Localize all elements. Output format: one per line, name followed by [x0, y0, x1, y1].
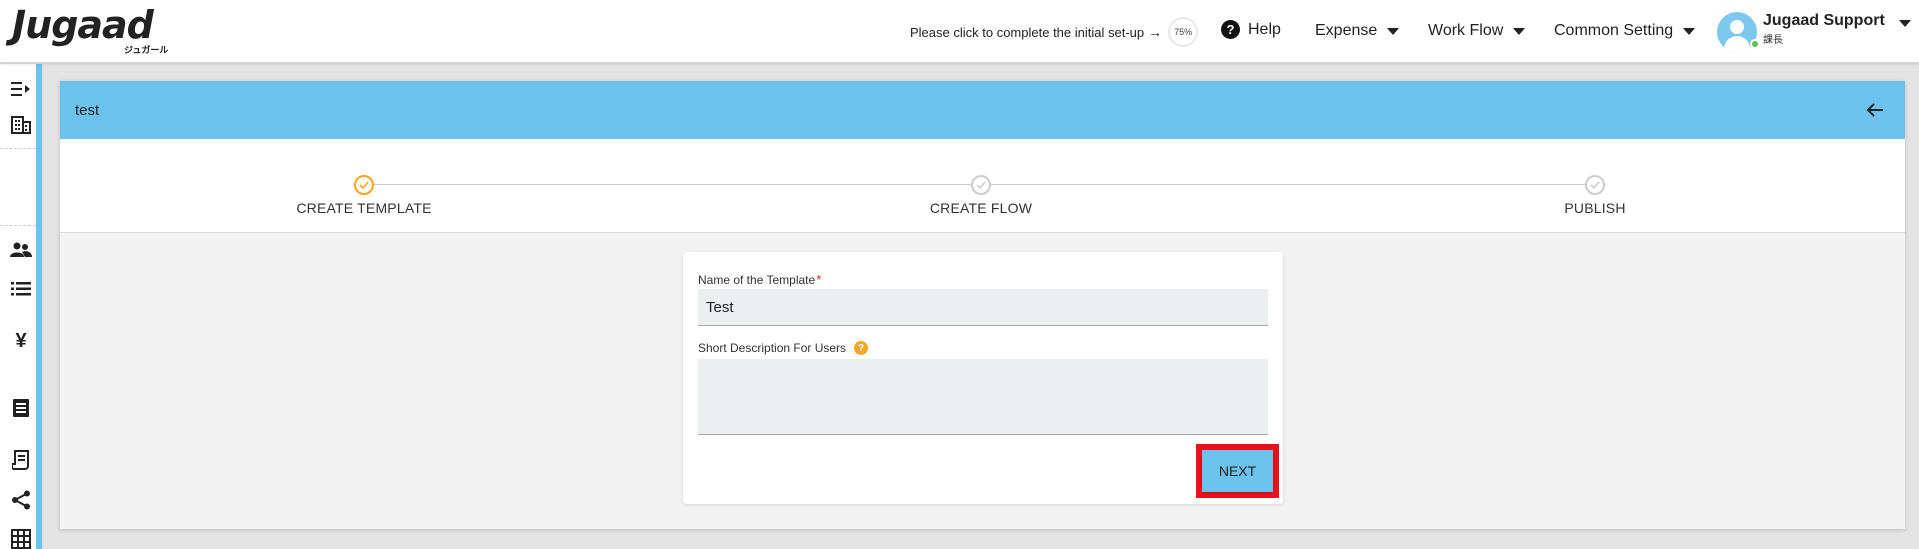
step-create-flow[interactable]: CREATE FLOW — [871, 175, 1091, 216]
help-button[interactable]: ? Help — [1221, 20, 1281, 39]
sidebar-divider — [0, 225, 36, 226]
arrow-left-icon — [1866, 103, 1883, 117]
caret-down-icon — [1898, 20, 1911, 27]
menu-common-setting[interactable]: Common Setting — [1554, 22, 1696, 40]
panel-title: test — [75, 101, 100, 119]
avatar-body — [1724, 36, 1750, 52]
step-label: PUBLISH — [1564, 200, 1626, 216]
step-check-icon — [354, 175, 374, 195]
caret-down-icon — [1387, 27, 1400, 35]
sidebar-divider — [0, 148, 36, 149]
template-form-card: Name of the Template * Short Description… — [683, 252, 1283, 504]
document-icon[interactable] — [10, 397, 32, 419]
jugaad-logo[interactable]: Jugaad ジュガール — [12, 3, 172, 55]
user-menu[interactable]: Jugaad Support 課長 — [1717, 12, 1911, 52]
question-info-icon[interactable]: ? — [854, 341, 869, 355]
template-name-label-text: Name of the Template — [698, 272, 816, 287]
help-label: Help — [1248, 20, 1281, 38]
users-icon[interactable] — [10, 239, 32, 261]
logo-subtitle: ジュガール — [124, 45, 169, 55]
setup-text: Please click to complete the initial set… — [910, 24, 1145, 40]
menu-expense-label: Expense — [1315, 22, 1378, 39]
avatar-head — [1730, 20, 1744, 34]
step-label: CREATE FLOW — [929, 200, 1033, 216]
step-label: CREATE TEMPLATE — [296, 200, 432, 216]
caret-down-icon — [1513, 27, 1526, 35]
online-status-dot — [1750, 39, 1760, 49]
list-icon[interactable] — [10, 278, 32, 300]
back-button[interactable] — [1861, 96, 1889, 124]
step-check-icon — [971, 175, 991, 195]
progress-stepper: CREATE TEMPLATE CREATE FLOW PUBLISH — [60, 139, 1905, 233]
step-create-template[interactable]: CREATE TEMPLATE — [254, 175, 474, 216]
arrow-right-icon: → — [1148, 24, 1163, 40]
grid-icon[interactable] — [10, 528, 32, 549]
menu-expense[interactable]: Expense — [1315, 22, 1400, 40]
template-editor-panel: test CREATE TEMPLATE CREATE FLOW PUBLISH — [60, 81, 1905, 529]
template-name-input[interactable] — [698, 289, 1268, 326]
top-bar: Jugaad ジュガール Please click to complete th… — [0, 0, 1919, 63]
description-label: Short Description For Users ? — [698, 341, 869, 355]
initial-setup-link[interactable]: Please click to complete the initial set… — [910, 17, 1199, 47]
menu-common-setting-label: Common Setting — [1554, 22, 1674, 39]
step-check-icon — [1585, 175, 1605, 195]
step-publish[interactable]: PUBLISH — [1485, 175, 1705, 216]
template-name-label: Name of the Template * — [698, 272, 821, 287]
receipt-icon[interactable] — [10, 449, 32, 471]
building-icon[interactable] — [10, 114, 32, 136]
next-button[interactable]: NEXT — [1202, 450, 1273, 492]
setup-progress-indicator: 75% — [1168, 17, 1199, 47]
panel-header: test — [60, 81, 1905, 139]
menu-work-flow[interactable]: Work Flow — [1428, 22, 1526, 40]
user-name: Jugaad Support — [1763, 12, 1885, 29]
next-button-highlight: NEXT — [1196, 444, 1279, 498]
description-label-text: Short Description For Users — [698, 341, 847, 355]
yen-icon[interactable]: ¥ — [10, 330, 32, 352]
required-mark: * — [816, 272, 822, 287]
menu-work-flow-label: Work Flow — [1428, 22, 1504, 39]
collapse-menu-icon[interactable] — [10, 78, 32, 100]
logo-text: Jugaad — [12, 3, 154, 47]
sidebar: ¥ — [0, 64, 42, 549]
description-textarea[interactable] — [698, 359, 1268, 435]
share-icon[interactable] — [10, 489, 32, 511]
caret-down-icon — [1683, 27, 1696, 35]
question-circle-icon: ? — [1221, 20, 1240, 39]
user-role: 課長 — [1763, 35, 1783, 46]
user-info: Jugaad Support 課長 — [1763, 12, 1885, 46]
